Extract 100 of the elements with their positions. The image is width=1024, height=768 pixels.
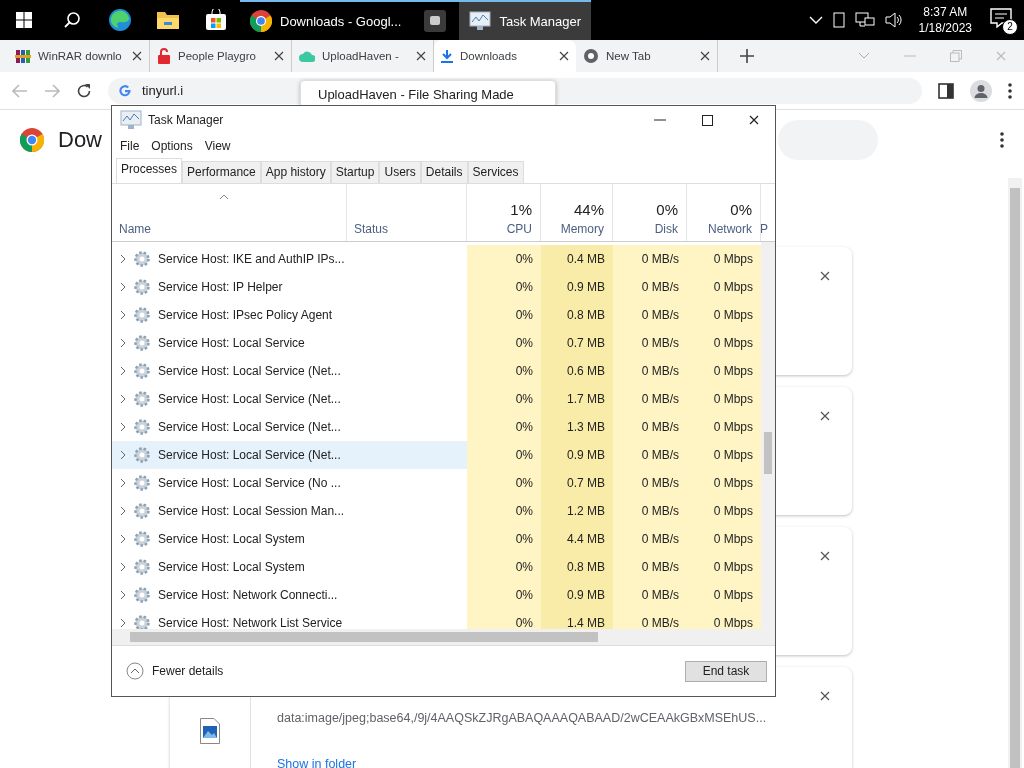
process-name[interactable]: Service Host: Local Service (Net... (112, 385, 467, 413)
fewer-details-button[interactable]: Fewer details (120, 661, 230, 681)
end-task-button[interactable]: End task (685, 660, 767, 682)
chevron-up-icon[interactable] (808, 15, 823, 25)
tab[interactable]: Processes (116, 158, 183, 183)
chevron-right-icon[interactable] (120, 534, 126, 544)
process-name[interactable]: Service Host: Network Connecti... (112, 581, 467, 609)
process-name[interactable]: Service Host: Local Session Man... (112, 497, 467, 525)
edge-icon[interactable] (108, 8, 132, 32)
process-name[interactable]: Service Host: Local Service (No ... (112, 469, 467, 497)
tab[interactable]: Startup (330, 161, 380, 183)
browser-tab[interactable]: People Playgro (150, 40, 292, 72)
table-cell: 0% (467, 385, 541, 413)
chevron-right-icon[interactable] (120, 478, 126, 488)
close-icon[interactable] (820, 551, 830, 561)
column-header[interactable]: P (761, 184, 775, 241)
tab[interactable]: Details (420, 161, 468, 183)
tab[interactable]: Users (379, 161, 421, 183)
process-name[interactable]: Service Host: Local Service (Net... (112, 413, 467, 441)
close-icon[interactable] (416, 51, 426, 61)
network-icon[interactable] (854, 12, 875, 28)
process-name[interactable]: Service Host: Local System (112, 553, 467, 581)
profile-icon[interactable] (970, 79, 992, 102)
close-icon[interactable] (700, 51, 710, 61)
table-cell: 0% (467, 273, 541, 301)
column-header[interactable]: 1% CPU (467, 184, 541, 241)
table-cell: 0% (467, 497, 541, 525)
table-cell: 1.4 MB (541, 609, 613, 629)
tab[interactable]: Services (467, 161, 524, 183)
volume-icon[interactable] (884, 12, 903, 28)
tab[interactable]: App history (260, 161, 331, 183)
menu-item[interactable]: Options (151, 139, 193, 153)
scrollbar[interactable] (112, 629, 775, 645)
browser-tab[interactable]: New Tab (576, 40, 718, 72)
store-icon[interactable] (205, 9, 227, 31)
chevron-right-icon[interactable] (120, 282, 126, 292)
scrollbar[interactable] (761, 242, 775, 629)
column-header[interactable]: 44% Memory (541, 184, 613, 241)
chevron-right-icon[interactable] (120, 450, 126, 460)
table-cell: 0 MB/s (613, 553, 687, 581)
chevron-right-icon[interactable] (120, 618, 126, 628)
chevron-right-icon[interactable] (120, 506, 126, 516)
chevron-right-icon[interactable] (120, 562, 126, 572)
chevron-right-icon[interactable] (120, 590, 126, 600)
process-name[interactable]: Service Host: Network List Service (112, 609, 467, 629)
column-header[interactable]: 0% Disk (613, 184, 687, 241)
close-icon[interactable] (820, 411, 830, 421)
books-icon (15, 48, 31, 64)
column-header[interactable]: Status (347, 184, 467, 241)
chevron-right-icon[interactable] (120, 310, 126, 320)
close-icon[interactable] (820, 691, 830, 701)
maximize-icon[interactable] (702, 114, 713, 126)
browser-tab[interactable]: Downloads (434, 40, 576, 72)
process-name[interactable]: Service Host: IKE and AuthIP IPs... (112, 245, 467, 273)
menu-item[interactable]: File (120, 139, 140, 153)
chevron-right-icon[interactable] (120, 366, 126, 376)
tablet-icon[interactable] (832, 12, 845, 28)
side-panel-icon[interactable] (938, 82, 954, 99)
app-icon (424, 10, 447, 32)
process-name[interactable]: Service Host: Local Service (Net... (112, 441, 467, 469)
gear-icon (134, 279, 150, 295)
menu-icon[interactable] (1008, 82, 1012, 99)
process-name[interactable]: Service Host: Local Service (Net... (112, 357, 467, 385)
process-name[interactable]: Service Host: IP Helper (112, 273, 467, 301)
process-name[interactable]: Service Host: Local Service (112, 329, 467, 357)
close-icon[interactable] (820, 271, 830, 281)
table-cell: 0 MB/s (613, 273, 687, 301)
chevron-right-icon[interactable] (120, 254, 126, 264)
table-cell: 0 Mbps (687, 553, 761, 581)
chevron-right-icon[interactable] (120, 422, 126, 432)
column-header[interactable]: Name (112, 184, 347, 241)
table-cell: 0 Mbps (687, 357, 761, 385)
taskbar-app[interactable]: Task Manager (459, 0, 592, 40)
plus-icon[interactable] (740, 49, 754, 63)
scrollbar[interactable] (1008, 178, 1022, 768)
table-cell: 0% (467, 581, 541, 609)
show-in-folder-link[interactable]: Show in folder (277, 757, 767, 768)
column-header[interactable]: 0% Network (687, 184, 761, 241)
chevron-right-icon[interactable] (120, 394, 126, 404)
process-name[interactable]: Service Host: Local System (112, 525, 467, 553)
table-cell: 0 Mbps (687, 497, 761, 525)
menu-item[interactable]: View (204, 139, 231, 153)
chevron-right-icon[interactable] (120, 338, 126, 348)
browser-tab[interactable]: WinRAR downlo (8, 40, 150, 72)
gear-icon (134, 307, 150, 323)
taskbar-clock[interactable]: 8:37 AM 1/18/2023 (912, 4, 978, 36)
windows-logo-icon[interactable] (16, 12, 32, 28)
notifications-button[interactable]: 2 (988, 5, 1018, 35)
close-icon[interactable] (559, 51, 569, 61)
close-icon[interactable] (749, 115, 759, 125)
close-icon[interactable] (132, 51, 142, 61)
gear-icon (134, 587, 150, 603)
menu-icon[interactable] (1000, 132, 1004, 148)
tab[interactable]: Performance (182, 161, 261, 183)
folder-icon[interactable] (156, 10, 180, 30)
process-name[interactable]: Service Host: IPsec Policy Agent (112, 301, 467, 329)
search-icon[interactable] (63, 11, 81, 29)
table-cell: 0.9 MB (541, 441, 613, 469)
reload-icon[interactable] (76, 82, 92, 99)
close-icon[interactable] (274, 51, 284, 61)
